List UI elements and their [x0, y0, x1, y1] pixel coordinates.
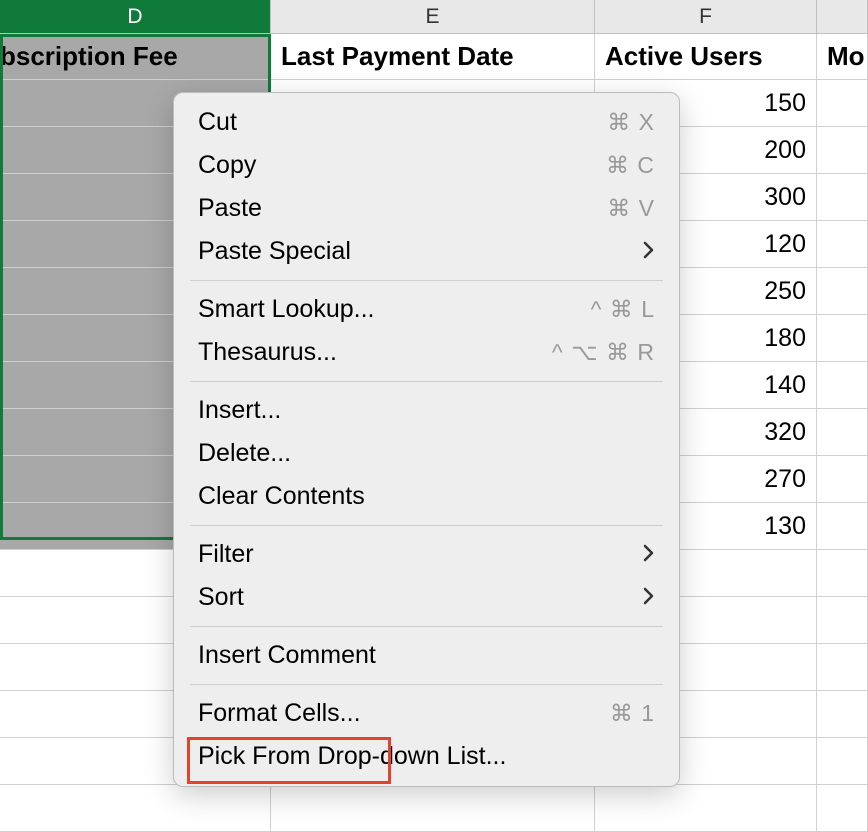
column-letter-f[interactable]: F	[595, 0, 817, 34]
menu-smart-lookup-shortcut: ^ ⌘ L	[591, 296, 655, 323]
menu-sort[interactable]: Sort	[174, 576, 679, 619]
menu-divider	[190, 280, 663, 281]
menu-smart-lookup-label: Smart Lookup...	[198, 295, 374, 324]
header-subscription-fee[interactable]: bscription Fee	[0, 34, 271, 80]
cell-g[interactable]	[817, 503, 868, 550]
menu-divider	[190, 684, 663, 685]
menu-copy-shortcut: ⌘ C	[606, 152, 655, 179]
menu-cut-label: Cut	[198, 108, 237, 137]
menu-cut-shortcut: ⌘ X	[607, 109, 655, 136]
cell-d[interactable]	[0, 785, 271, 832]
menu-delete-label: Delete...	[198, 439, 291, 468]
menu-smart-lookup[interactable]: Smart Lookup... ^ ⌘ L	[174, 288, 679, 331]
cell-g[interactable]	[817, 174, 868, 221]
chevron-right-icon	[643, 239, 655, 265]
menu-thesaurus-label: Thesaurus...	[198, 338, 337, 367]
context-menu: Cut ⌘ X Copy ⌘ C Paste ⌘ V Paste Special…	[173, 92, 680, 787]
column-letter-row: D E F	[0, 0, 868, 34]
cell-g[interactable]	[817, 80, 868, 127]
menu-thesaurus-shortcut: ^ ⌥ ⌘ R	[552, 339, 655, 366]
column-letter-e[interactable]: E	[271, 0, 595, 34]
chevron-right-icon	[643, 585, 655, 611]
menu-format-cells[interactable]: Format Cells... ⌘ 1	[174, 692, 679, 735]
menu-insert[interactable]: Insert...	[174, 389, 679, 432]
menu-copy[interactable]: Copy ⌘ C	[174, 144, 679, 187]
menu-copy-label: Copy	[198, 151, 256, 180]
chevron-right-icon	[643, 542, 655, 568]
menu-paste-shortcut: ⌘ V	[607, 195, 655, 222]
cell-f[interactable]	[595, 785, 817, 832]
column-letter-g[interactable]	[817, 0, 868, 34]
cell-g[interactable]	[817, 550, 868, 597]
header-active-users[interactable]: Active Users	[595, 34, 817, 80]
cell-g[interactable]	[817, 127, 868, 174]
column-letter-d[interactable]: D	[0, 0, 271, 34]
menu-clear-contents-label: Clear Contents	[198, 482, 365, 511]
menu-clear-contents[interactable]: Clear Contents	[174, 475, 679, 518]
menu-pick-dropdown[interactable]: Pick From Drop-down List...	[174, 735, 679, 778]
menu-pick-dropdown-label: Pick From Drop-down List...	[198, 742, 506, 771]
header-more[interactable]: Mo	[817, 34, 868, 80]
menu-divider	[190, 525, 663, 526]
menu-paste[interactable]: Paste ⌘ V	[174, 187, 679, 230]
menu-sort-label: Sort	[198, 583, 244, 612]
menu-filter[interactable]: Filter	[174, 533, 679, 576]
cell-g[interactable]	[817, 597, 868, 644]
table-row	[0, 785, 868, 832]
cell-g[interactable]	[817, 691, 868, 738]
header-last-payment-date[interactable]: Last Payment Date	[271, 34, 595, 80]
menu-cut[interactable]: Cut ⌘ X	[174, 101, 679, 144]
header-row: bscription Fee Last Payment Date Active …	[0, 34, 868, 80]
menu-thesaurus[interactable]: Thesaurus... ^ ⌥ ⌘ R	[174, 331, 679, 374]
menu-divider	[190, 626, 663, 627]
menu-paste-special-label: Paste Special	[198, 237, 351, 266]
menu-insert-comment-label: Insert Comment	[198, 641, 376, 670]
menu-insert-comment[interactable]: Insert Comment	[174, 634, 679, 677]
cell-g[interactable]	[817, 785, 868, 832]
cell-e[interactable]	[271, 785, 595, 832]
cell-g[interactable]	[817, 409, 868, 456]
cell-g[interactable]	[817, 315, 868, 362]
menu-paste-label: Paste	[198, 194, 262, 223]
menu-format-cells-shortcut: ⌘ 1	[610, 700, 655, 727]
menu-paste-special[interactable]: Paste Special	[174, 230, 679, 273]
cell-g[interactable]	[817, 362, 868, 409]
cell-g[interactable]	[817, 738, 868, 785]
menu-format-cells-label: Format Cells...	[198, 699, 361, 728]
menu-filter-label: Filter	[198, 540, 254, 569]
cell-g[interactable]	[817, 644, 868, 691]
menu-insert-label: Insert...	[198, 396, 281, 425]
cell-g[interactable]	[817, 456, 868, 503]
cell-g[interactable]	[817, 268, 868, 315]
menu-divider	[190, 381, 663, 382]
menu-delete[interactable]: Delete...	[174, 432, 679, 475]
cell-g[interactable]	[817, 221, 868, 268]
